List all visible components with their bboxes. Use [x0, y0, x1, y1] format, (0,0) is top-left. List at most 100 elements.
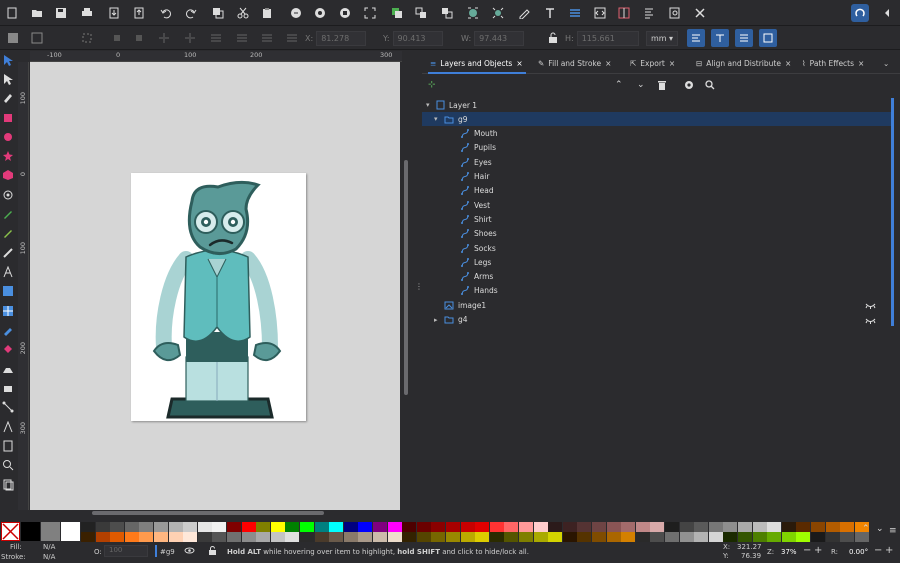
color-swatch[interactable] [183, 532, 198, 542]
color-swatch[interactable] [61, 522, 80, 541]
color-swatch[interactable] [95, 532, 110, 542]
vertical-ruler[interactable]: 100 0 100 200 300 [18, 62, 29, 510]
color-swatch[interactable] [270, 532, 285, 542]
rectangle-tool-icon[interactable] [1, 111, 15, 125]
color-swatch[interactable] [489, 522, 504, 532]
color-swatch[interactable] [139, 532, 154, 542]
color-swatch[interactable] [781, 522, 796, 532]
color-swatch[interactable] [227, 532, 242, 542]
no-paint-swatch[interactable] [1, 522, 20, 541]
color-swatch[interactable] [329, 522, 344, 532]
rotate-minus-icon[interactable]: − [874, 545, 882, 556]
color-swatch[interactable] [358, 522, 373, 532]
add-layer-icon[interactable]: ⊹ [428, 80, 436, 90]
text-icon[interactable] [541, 4, 559, 22]
color-swatch[interactable] [606, 522, 621, 532]
color-swatch[interactable] [708, 532, 723, 542]
color-swatch[interactable] [285, 522, 300, 532]
color-swatch[interactable] [329, 532, 344, 542]
tab-export[interactable]: ⇱ Export × [630, 55, 675, 71]
color-swatch[interactable] [41, 522, 60, 541]
preferences-icon[interactable] [691, 4, 709, 22]
color-swatch[interactable] [825, 522, 840, 532]
move-up-icon[interactable]: ⌃ [615, 80, 623, 90]
transform-patterns-icon[interactable] [759, 29, 777, 47]
color-swatch[interactable] [343, 532, 358, 542]
h-input[interactable]: 115.661 [576, 30, 639, 46]
expander-icon[interactable]: ▸ [434, 316, 442, 324]
rotate-ccw-icon[interactable] [108, 29, 126, 47]
print-icon[interactable] [78, 4, 96, 22]
find-icon[interactable] [666, 4, 684, 22]
tree-row-mouth[interactable]: Mouth [422, 127, 892, 141]
color-swatch[interactable] [562, 532, 577, 542]
xml-editor-icon[interactable] [591, 4, 609, 22]
horizontal-ruler[interactable]: -100 0 100 200 300 [30, 51, 402, 62]
spiral-tool-icon[interactable] [1, 188, 15, 202]
spray-tool-icon[interactable] [1, 362, 15, 376]
flip-vertical-icon[interactable] [181, 29, 199, 47]
color-swatch[interactable] [95, 522, 110, 532]
color-swatch[interactable] [110, 522, 125, 532]
h-field[interactable]: H: 115.661 [565, 30, 639, 46]
color-swatch[interactable] [154, 532, 169, 542]
color-swatch[interactable] [679, 532, 694, 542]
pen-tool-icon[interactable] [1, 207, 15, 221]
color-swatch[interactable] [416, 532, 431, 542]
tree-row-hair[interactable]: Hair [422, 170, 892, 184]
rotation-value[interactable]: 0.00° [849, 548, 868, 556]
color-swatch[interactable] [227, 522, 242, 532]
select-all-icon[interactable] [4, 29, 22, 47]
x-input[interactable]: 81.278 [316, 30, 367, 46]
3d-box-tool-icon[interactable] [1, 168, 15, 182]
palette-menu-icon[interactable]: ≡ [889, 526, 897, 536]
color-swatch[interactable] [256, 532, 271, 542]
lower-icon[interactable] [258, 29, 276, 47]
zoom-value[interactable]: 37% [781, 548, 797, 556]
tab-align-and-distribute[interactable]: ⊟ Align and Distribute × [696, 55, 791, 71]
rotate-cw-icon[interactable] [130, 29, 148, 47]
lock-ratio-icon[interactable] [544, 29, 562, 47]
x-field[interactable]: X: 81.278 [305, 30, 367, 46]
tree-row-vest[interactable]: Vest [422, 198, 892, 212]
y-field[interactable]: Y: 90.413 [383, 30, 443, 46]
deselect-icon[interactable] [78, 29, 96, 47]
canvas-scrollbar-thumb[interactable] [404, 160, 408, 395]
tree-row-eyes[interactable]: Eyes [422, 155, 892, 169]
tree-row-layer-1[interactable]: ▾ Layer 1 [422, 98, 892, 112]
transform-corners-icon[interactable] [711, 29, 729, 47]
color-swatch[interactable] [446, 522, 461, 532]
unlink-clone-icon[interactable] [438, 4, 456, 22]
color-swatch[interactable] [110, 532, 125, 542]
calligraphy-tool-icon[interactable] [1, 246, 15, 260]
unit-select[interactable]: mm ▾ [643, 30, 678, 46]
measure-tool-icon[interactable] [1, 420, 15, 434]
color-swatch[interactable] [665, 522, 680, 532]
color-swatch[interactable] [489, 532, 504, 542]
paint-bucket-tool-icon[interactable] [1, 342, 15, 356]
zoom-selection-icon[interactable] [287, 4, 305, 22]
duplicate-icon[interactable] [388, 4, 406, 22]
tabs-menu-chevron-icon[interactable]: ⌄ [883, 55, 889, 71]
color-swatch[interactable] [504, 532, 519, 542]
color-swatch[interactable] [796, 522, 811, 532]
paste-icon[interactable] [258, 4, 276, 22]
w-field[interactable]: W: 97.443 [461, 30, 525, 46]
color-swatch[interactable] [81, 522, 96, 532]
y-input[interactable]: 90.413 [392, 30, 443, 46]
color-swatch[interactable] [592, 532, 607, 542]
color-swatch[interactable] [533, 532, 548, 542]
hidden-eye-icon[interactable] [865, 300, 876, 310]
color-swatch[interactable] [752, 522, 767, 532]
dropper-tool-icon[interactable] [1, 323, 15, 337]
color-swatch[interactable] [562, 522, 577, 532]
expander-icon[interactable]: ▾ [426, 101, 434, 109]
color-swatch[interactable] [635, 522, 650, 532]
clone-icon[interactable] [412, 4, 430, 22]
opacity-input[interactable]: 100 [104, 545, 148, 557]
fill-stroke-icon[interactable] [515, 4, 533, 22]
tab-path-effects[interactable]: ⌇ Path Effects × [802, 55, 864, 71]
color-swatch[interactable] [124, 532, 139, 542]
tree-row-hands[interactable]: Hands [422, 284, 892, 298]
color-swatch[interactable] [197, 522, 212, 532]
